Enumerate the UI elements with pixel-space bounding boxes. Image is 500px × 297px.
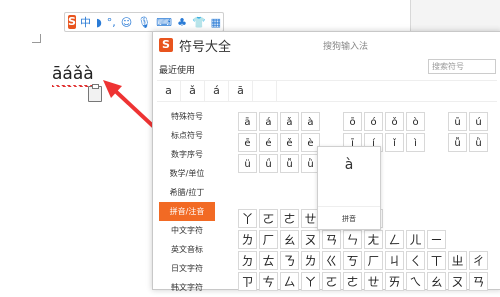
symbol-cell[interactable]: ㄤ — [364, 230, 383, 249]
symbol-cell[interactable]: ㄡ — [448, 272, 467, 291]
symbol-cell[interactable]: ǎ — [280, 112, 299, 131]
symbol-cell[interactable]: ㄉ — [238, 251, 257, 270]
document-text-content: āáǎà — [52, 64, 94, 84]
recent-symbol[interactable]: ā — [229, 81, 253, 101]
sidebar-item-greek-latin[interactable]: 希腊/拉丁 — [159, 183, 215, 202]
recent-symbol[interactable]: ǎ — [181, 81, 205, 101]
symbol-cell[interactable]: é — [259, 133, 278, 152]
symbol-cell[interactable]: ǐ — [385, 133, 404, 152]
sidebar-item-number-index[interactable]: 数字序号 — [159, 145, 215, 164]
symbol-cell[interactable]: ǒ — [385, 112, 404, 131]
symbol-cell[interactable]: ㄣ — [343, 230, 362, 249]
symbol-cell[interactable]: ㄦ — [406, 230, 425, 249]
emoji-icon[interactable]: ☺ — [121, 16, 132, 29]
symbol-window: S 符号大全 搜狗输入法 最近使用 搜索符号 a ǎ á ā 特殊符号 标点符号… — [152, 31, 500, 292]
symbol-cell[interactable]: ㄟ — [406, 272, 425, 291]
microphone-icon[interactable]: 🎙 — [137, 16, 151, 29]
symbol-cell[interactable]: ㄏ — [364, 251, 383, 270]
symbol-cell[interactable]: ㄌ — [301, 251, 320, 270]
sidebar-item-english-phonetic[interactable]: 英文音标 — [159, 240, 215, 259]
symbol-cell[interactable]: ō — [343, 112, 362, 131]
symbol-cell[interactable]: ㄑ — [406, 251, 425, 270]
page-corner-mark — [32, 34, 41, 43]
symbol-cell[interactable]: ㄚ — [301, 272, 320, 291]
symbol-cell[interactable]: ㄐ — [385, 251, 404, 270]
preview-category-label: 拼音 — [318, 206, 380, 224]
symbol-cell[interactable]: ㄧ — [427, 230, 446, 249]
symbol-cell[interactable]: ㄒ — [427, 251, 446, 270]
symbol-cell[interactable]: ㄙ — [280, 272, 299, 291]
symbol-cell[interactable]: ㄞ — [385, 272, 404, 291]
symbol-cell[interactable]: ㄓ — [448, 251, 467, 270]
product-name-label: 搜狗输入法 — [323, 42, 369, 52]
symbol-cell[interactable]: ó — [364, 112, 383, 131]
shirt-icon[interactable]: 👕 — [192, 16, 206, 29]
symbol-cell[interactable]: ǜ — [469, 133, 488, 152]
symbol-cell[interactable]: ㄍ — [322, 251, 341, 270]
recent-symbols-row: a ǎ á ā — [157, 80, 497, 102]
symbol-cell[interactable]: ì — [406, 133, 425, 152]
symbol-cell[interactable]: ě — [280, 133, 299, 152]
sidebar-item-math-unit[interactable]: 数学/单位 — [159, 164, 215, 183]
grid-menu-icon[interactable]: ▦ — [211, 16, 221, 29]
symbol-cell[interactable]: ǚ — [448, 133, 467, 152]
symbol-cell[interactable]: ㄋ — [280, 251, 299, 270]
symbol-cell[interactable]: ㄡ — [301, 230, 320, 249]
symbol-cell[interactable]: ㄔ — [469, 251, 488, 270]
document-text[interactable]: āáǎà — [52, 64, 94, 87]
ime-toolbar: S 中 ◗ °, ☺ 🎙 ⌨ ♣ 👕 ▦ — [64, 12, 224, 32]
preview-character: à — [344, 157, 354, 173]
sogou-logo-icon: S — [159, 38, 173, 52]
symbol-search-input[interactable]: 搜索符号 — [428, 59, 496, 74]
symbol-cell[interactable]: ü — [238, 154, 257, 173]
category-sidebar: 特殊符号 标点符号 数字序号 数学/单位 希腊/拉丁 拼音/注音 中文字符 英文… — [159, 107, 215, 297]
symbol-cell[interactable]: ㄜ — [343, 272, 362, 291]
recent-symbol[interactable]: á — [205, 81, 229, 101]
symbol-cell[interactable]: ㄜ — [280, 209, 299, 228]
sidebar-item-pinyin-bopomofo[interactable]: 拼音/注音 — [159, 202, 215, 221]
symbol-cell[interactable]: à — [301, 112, 320, 131]
mode-chinese-button[interactable]: 中 — [80, 14, 91, 30]
symbol-cell[interactable]: ㄏ — [259, 230, 278, 249]
symbol-cell[interactable]: ā — [238, 112, 257, 131]
sidebar-item-punctuation[interactable]: 标点符号 — [159, 126, 215, 145]
symbol-preview-popup: à 拼音 — [317, 146, 381, 230]
sogou-logo-icon[interactable]: S — [68, 15, 76, 29]
recent-used-label: 最近使用 — [159, 66, 196, 76]
symbol-cell[interactable]: ǘ — [259, 154, 278, 173]
symbol-cell[interactable]: ǚ — [280, 154, 299, 173]
symbol-cell[interactable]: ú — [469, 112, 488, 131]
symbol-cell[interactable]: ㄢ — [322, 230, 341, 249]
skin-icon[interactable]: ♣ — [177, 16, 187, 29]
symbol-cell[interactable]: ū — [448, 112, 467, 131]
keyboard-icon[interactable]: ⌨ — [156, 16, 172, 29]
symbol-cell[interactable]: ㄗ — [238, 272, 257, 291]
paste-options-icon[interactable] — [88, 84, 102, 102]
symbol-cell[interactable]: ㄌ — [238, 230, 257, 249]
sidebar-item-special[interactable]: 特殊符号 — [159, 107, 215, 126]
symbol-cell[interactable]: ㄊ — [259, 251, 278, 270]
symbol-cell[interactable]: ㄠ — [427, 272, 446, 291]
half-width-moon-icon[interactable]: ◗ — [96, 16, 102, 29]
symbol-cell[interactable]: ㄢ — [469, 272, 488, 291]
symbol-cell[interactable]: ㄎ — [343, 251, 362, 270]
symbol-cell[interactable]: ㄠ — [280, 230, 299, 249]
recent-symbol[interactable] — [253, 81, 277, 101]
symbol-cell[interactable]: ㄛ — [322, 272, 341, 291]
symbol-cell[interactable]: 丫 — [238, 209, 257, 228]
sidebar-item-chinese-chars[interactable]: 中文字符 — [159, 221, 215, 240]
punctuation-icon[interactable]: °, — [107, 16, 116, 29]
window-title: 符号大全 — [179, 39, 232, 55]
symbol-cell[interactable]: ò — [406, 112, 425, 131]
sidebar-item-japanese[interactable]: 日文字符 — [159, 259, 215, 278]
symbol-cell[interactable]: ㄘ — [259, 272, 278, 291]
symbol-cell[interactable]: ē — [238, 133, 257, 152]
symbol-cell[interactable]: á — [259, 112, 278, 131]
recent-symbol[interactable]: a — [157, 81, 181, 101]
symbol-cell[interactable]: ㄥ — [385, 230, 404, 249]
symbol-cell[interactable]: ㄛ — [259, 209, 278, 228]
symbol-cell[interactable]: ㄝ — [364, 272, 383, 291]
